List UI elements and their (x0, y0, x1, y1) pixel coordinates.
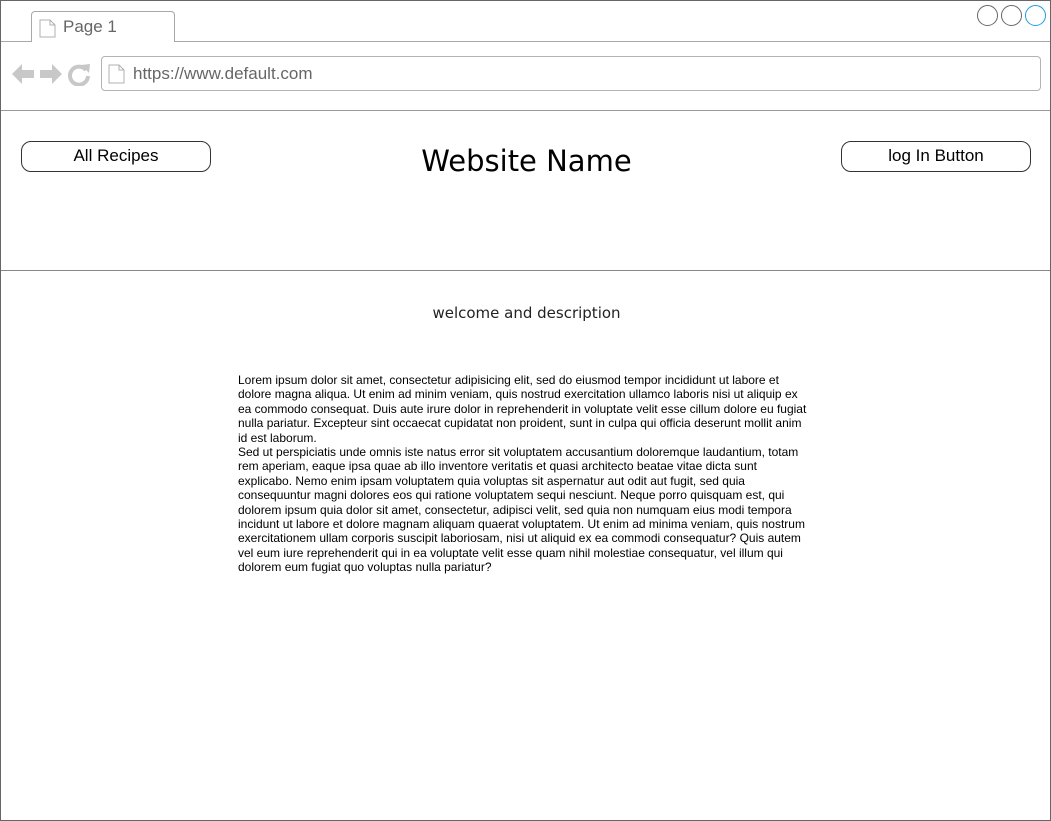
page-icon (39, 19, 56, 43)
address-bar[interactable]: https://www.default.com (101, 56, 1041, 91)
description-paragraph: Sed ut perspiciatis unde omnis iste natu… (238, 445, 805, 575)
description-paragraph: Lorem ipsum dolor sit amet, consectetur … (238, 373, 807, 445)
forward-arrow-icon[interactable] (39, 62, 63, 91)
description-text: Lorem ipsum dolor sit amet, consectetur … (238, 373, 810, 575)
login-button[interactable]: log In Button (841, 141, 1031, 172)
maximize-button[interactable] (1001, 5, 1022, 26)
header-divider (1, 270, 1050, 271)
navigation-controls (11, 62, 91, 91)
browser-tab[interactable]: Page 1 (31, 11, 175, 42)
minimize-button[interactable] (977, 5, 998, 26)
tab-label: Page 1 (63, 17, 117, 36)
browser-window: Page 1 https://www.default.com All Recip… (0, 0, 1051, 821)
window-controls (977, 5, 1046, 26)
welcome-heading: welcome and description (432, 304, 621, 322)
url-text: https://www.default.com (133, 64, 313, 83)
close-button[interactable] (1025, 5, 1046, 26)
browser-chrome-divider (1, 110, 1050, 111)
page-icon (108, 64, 125, 89)
back-arrow-icon[interactable] (11, 62, 35, 91)
reload-icon[interactable] (67, 62, 91, 91)
